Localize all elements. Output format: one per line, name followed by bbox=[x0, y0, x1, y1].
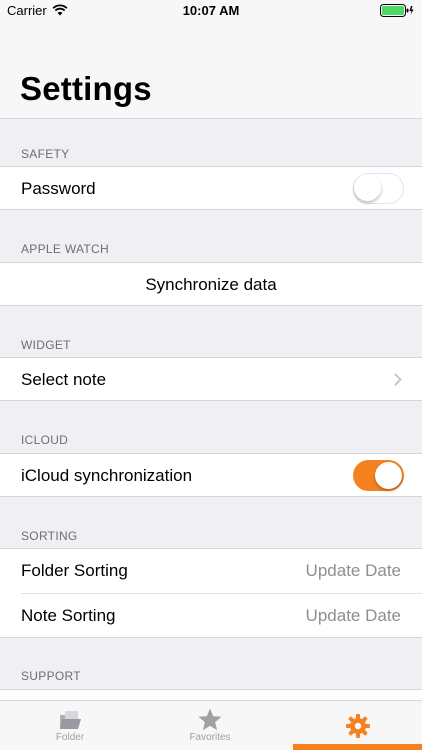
navigation-header: Settings bbox=[0, 22, 422, 119]
icloud-sync-row: iCloud synchronization bbox=[0, 453, 422, 497]
gear-icon bbox=[345, 714, 370, 738]
icloud-sync-label: iCloud synchronization bbox=[21, 466, 193, 485]
synchronize-data-label: Synchronize data bbox=[145, 275, 277, 294]
folder-sorting-value: Update Date bbox=[305, 561, 401, 580]
tab-folder-label: Folder bbox=[55, 732, 85, 743]
status-bar: Carrier 10:07 AM bbox=[0, 0, 422, 22]
tab-bar: Folder Favorites bbox=[0, 700, 422, 750]
section-header-apple-watch: APPLE WATCH bbox=[21, 242, 109, 256]
note-sorting-label: Note Sorting bbox=[21, 606, 116, 625]
password-toggle[interactable] bbox=[353, 173, 404, 204]
clock: 10:07 AM bbox=[182, 3, 240, 18]
chevron-right-icon bbox=[394, 373, 402, 386]
folder-sorting-row[interactable]: Folder Sorting Update Date bbox=[0, 549, 422, 593]
folder-sorting-label: Folder Sorting bbox=[21, 561, 128, 580]
icloud-sync-toggle[interactable] bbox=[353, 460, 404, 491]
section-header-sorting: SORTING bbox=[21, 529, 78, 543]
note-sorting-value: Update Date bbox=[305, 606, 401, 625]
section-header-support: SUPPORT bbox=[21, 669, 81, 683]
select-note-label: Select note bbox=[21, 370, 107, 389]
page-title: Settings bbox=[20, 70, 152, 107]
section-header-icloud: ICLOUD bbox=[21, 433, 69, 447]
tab-favorites[interactable]: Favorites bbox=[140, 701, 280, 750]
password-row: Password bbox=[0, 166, 422, 210]
star-icon bbox=[198, 708, 222, 731]
tab-favorites-label: Favorites bbox=[189, 732, 231, 743]
battery-icon bbox=[380, 4, 414, 17]
select-note-row[interactable]: Select note bbox=[0, 357, 422, 401]
toggle-knob bbox=[375, 462, 402, 489]
tab-folder[interactable]: Folder bbox=[0, 701, 140, 750]
sorting-group: Folder Sorting Update Date Note Sorting … bbox=[0, 548, 422, 638]
synchronize-data-button[interactable]: Synchronize data bbox=[0, 262, 422, 306]
password-label: Password bbox=[21, 179, 96, 198]
toggle-knob bbox=[354, 174, 381, 201]
active-tab-indicator bbox=[293, 744, 422, 750]
folder-icon bbox=[60, 711, 81, 729]
section-header-widget: WIDGET bbox=[21, 338, 71, 352]
section-header-safety: SAFETY bbox=[21, 147, 70, 161]
note-sorting-row[interactable]: Note Sorting Update Date bbox=[0, 594, 422, 638]
tab-settings[interactable] bbox=[293, 701, 422, 750]
